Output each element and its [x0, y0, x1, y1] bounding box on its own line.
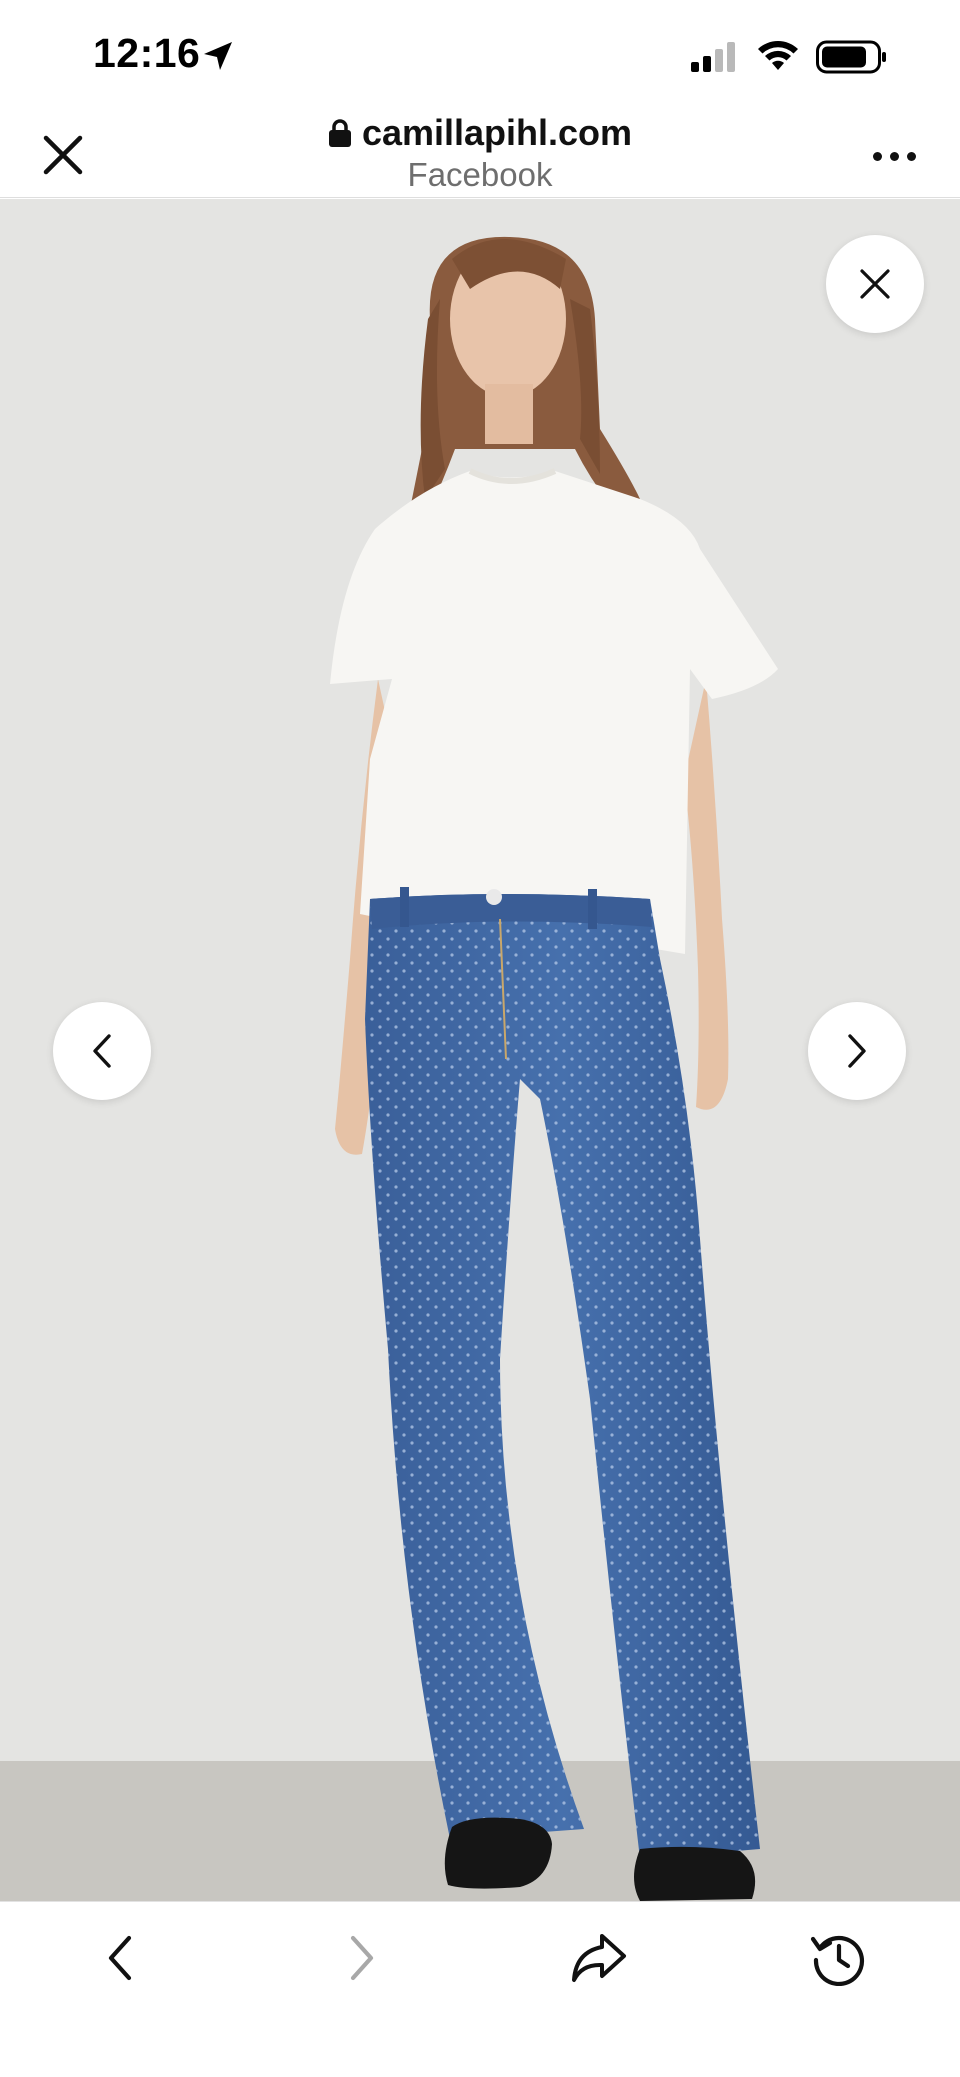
gallery-close-button[interactable]: [826, 235, 924, 333]
share-button[interactable]: [567, 1926, 631, 1990]
more-dots-icon[interactable]: [873, 146, 917, 166]
phone-screen: 12:16 camillapihl.com Facebook: [0, 0, 960, 2077]
history-button[interactable]: [806, 1926, 870, 1990]
lock-icon: [328, 119, 351, 147]
gallery-next-button[interactable]: [808, 1002, 906, 1100]
chevron-right-icon: [350, 1935, 374, 1981]
location-arrow-icon: [204, 42, 232, 70]
chevron-right-icon: [848, 1034, 866, 1068]
status-time: 12:16: [93, 30, 201, 76]
status-bar: 12:16: [0, 0, 960, 110]
chevron-left-icon: [93, 1034, 111, 1068]
battery-icon: [816, 40, 886, 74]
url-bar[interactable]: camillapihl.com: [0, 112, 960, 154]
product-gallery[interactable]: [0, 199, 960, 1901]
close-icon: [860, 269, 890, 299]
chevron-left-icon: [108, 1935, 132, 1981]
browser-header: camillapihl.com Facebook: [0, 110, 960, 198]
bottom-toolbar: [0, 1901, 960, 2077]
source-label: Facebook: [407, 156, 553, 193]
back-button[interactable]: [88, 1926, 152, 1990]
signal-icon: [691, 42, 735, 72]
gallery-prev-button[interactable]: [53, 1002, 151, 1100]
wifi-icon: [758, 41, 798, 70]
share-icon: [572, 1934, 626, 1982]
history-icon: [810, 1935, 865, 1986]
url-text: camillapihl.com: [361, 112, 633, 153]
forward-button[interactable]: [330, 1926, 394, 1990]
